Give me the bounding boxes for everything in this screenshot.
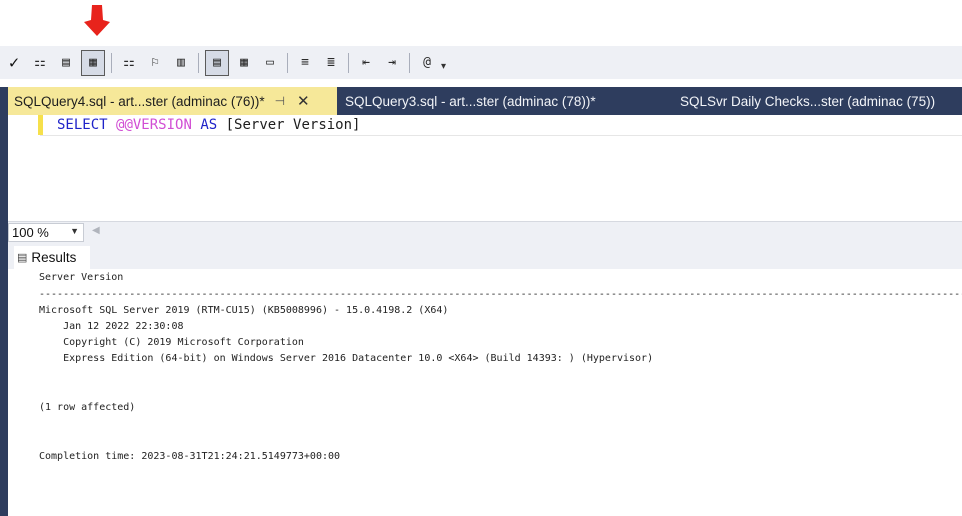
zoom-value: 100 % (12, 225, 49, 240)
toolbar-separator (409, 52, 410, 73)
result-line: Microsoft SQL Server 2019 (RTM-CU15) (KB… (39, 305, 449, 316)
query-editor[interactable]: SELECT @@VERSION AS [Server Version] (8, 115, 962, 221)
increase-indent-icon[interactable]: ⇥ (381, 52, 403, 74)
decrease-indent-icon[interactable]: ⇤ (355, 52, 377, 74)
results-tab-strip: ▤ Results (8, 242, 962, 269)
rows-affected-message: (1 row affected) (39, 402, 136, 413)
tab-label: SQLSvr Daily Checks...ster (adminac (75)… (680, 93, 936, 109)
results-to-text-icon[interactable]: ▤ (55, 52, 77, 74)
results-grid-icon[interactable]: ▦ (233, 52, 255, 74)
tab-results[interactable]: ▤ Results (14, 246, 90, 269)
toolbar-separator (348, 52, 349, 73)
tab-sqlquery3[interactable]: SQLQuery3.sql - art...ster (adminac (78)… (345, 87, 596, 115)
toolbar-separator (287, 52, 288, 73)
tab-label: SQLQuery4.sql - art...ster (adminac (76)… (14, 93, 265, 109)
change-tracking-bar (38, 115, 43, 135)
tab-daily-checks[interactable]: SQLSvr Daily Checks...ster (adminac (75)… (680, 87, 935, 115)
results-tab-label: Results (31, 250, 77, 265)
uncomment-icon[interactable]: ≣ (320, 52, 342, 74)
keyword-as: AS (200, 117, 218, 133)
query-options-icon[interactable]: ⚏ (118, 52, 140, 74)
result-line: Express Edition (64-bit) on Windows Serv… (39, 353, 654, 364)
toolbar-separator (111, 52, 112, 73)
scroll-left-icon[interactable]: ◀ (92, 225, 100, 236)
editor-left-border (0, 115, 8, 516)
result-line: Jan 12 2022 22:30:08 (39, 321, 184, 332)
result-header: Server Version (39, 272, 124, 283)
comment-icon[interactable]: ≡ (294, 52, 316, 74)
results-file-icon[interactable]: ▭ (259, 52, 281, 74)
chevron-down-icon[interactable]: ▼ (70, 226, 79, 236)
results-as-text-icon[interactable]: ▤ (205, 49, 229, 76)
keyword-select: SELECT (57, 117, 108, 133)
sql-editor-toolbar: ✓ ⚏ ▤ ▦ ⚏ ⚐ ▥ ▤ ▦ ▭ ≡ ≣ ⇤ ⇥ @ ▾ (0, 46, 962, 79)
include-plan-icon[interactable]: ⚐ (144, 52, 166, 74)
completion-time-message: Completion time: 2023-08-31T21:24:21.514… (39, 451, 341, 462)
column-alias: [Server Version] (225, 117, 361, 133)
tab-label: SQLQuery3.sql - art...ster (adminac (78)… (345, 93, 596, 109)
result-line: Copyright (C) 2019 Microsoft Corporation (39, 337, 304, 348)
results-pane[interactable]: Server Version -------------------------… (8, 269, 962, 516)
estimated-plan-icon[interactable]: ⚏ (29, 52, 51, 74)
toolbar-separator (198, 52, 199, 73)
red-arrow-annotation (84, 5, 110, 36)
zoom-dropdown[interactable]: 100 % ▼ (8, 223, 84, 242)
results-icon: ▤ (17, 252, 28, 264)
parse-check-icon[interactable]: ✓ (3, 52, 25, 74)
tab-strip: SQLQuery4.sql - art...ster (adminac (76)… (0, 87, 962, 115)
result-separator: ----------------------------------------… (39, 289, 962, 300)
close-icon[interactable]: ✕ (297, 92, 310, 110)
code-line-1[interactable]: SELECT @@VERSION AS [Server Version] (57, 117, 360, 133)
tab-sqlquery4[interactable]: SQLQuery4.sql - art...ster (adminac (76)… (8, 87, 337, 115)
document-tab-bar: SQLQuery4.sql - art...ster (adminac (76)… (0, 79, 962, 115)
specify-values-icon[interactable]: @ (416, 52, 438, 74)
client-stats-icon[interactable]: ▥ (170, 52, 192, 74)
toolbar-overflow-icon[interactable]: ▾ (441, 61, 446, 72)
system-function: @@VERSION (116, 117, 192, 133)
results-to-grid-icon[interactable]: ▦ (81, 49, 105, 76)
zoom-bar: 100 % ▼ ◀ (8, 221, 962, 243)
pin-icon[interactable]: ⊣ (275, 94, 285, 108)
